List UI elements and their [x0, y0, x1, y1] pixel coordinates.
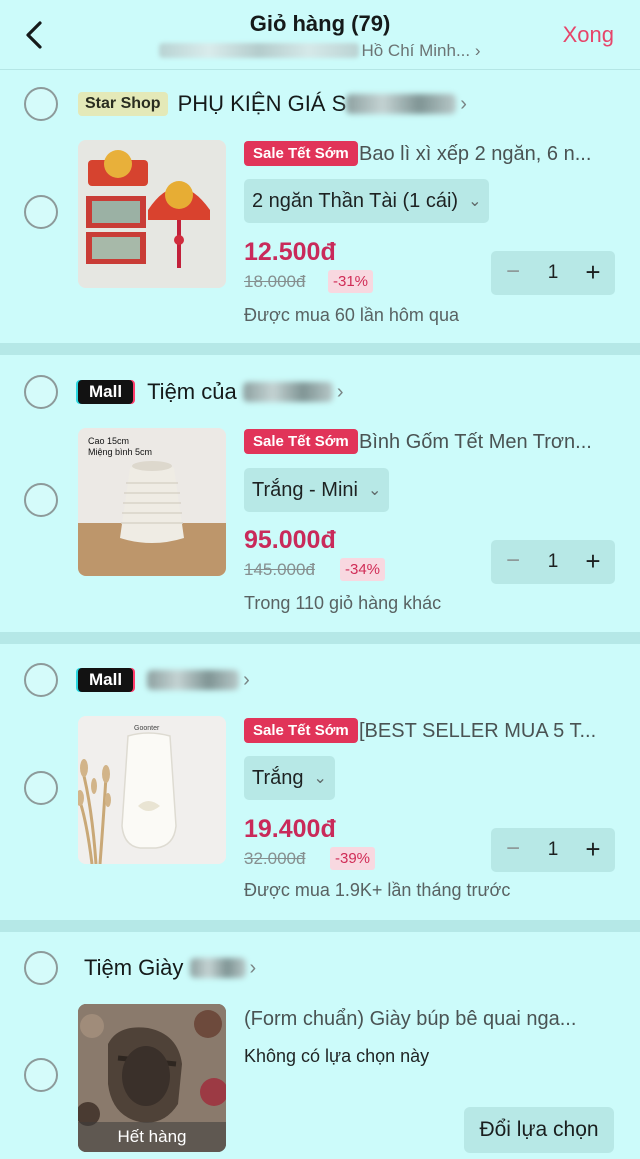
item-select-checkbox[interactable] — [24, 195, 58, 229]
shop-name — [147, 667, 240, 693]
shop-select-checkbox[interactable] — [24, 375, 58, 409]
discount-badge: -39% — [330, 847, 376, 870]
decrease-button[interactable]: − — [497, 834, 529, 866]
shop-name: Tiệm của — [147, 379, 333, 405]
svg-text:Goonter: Goonter — [134, 725, 160, 732]
quantity-stepper: − 1 + — [491, 540, 615, 584]
address-text: Hồ Chí Minh... — [361, 41, 471, 60]
quantity-value[interactable]: 1 — [531, 551, 575, 573]
shop-select-checkbox[interactable] — [24, 663, 58, 697]
variant-label: Trắng — [252, 766, 304, 789]
chevron-right-icon: › — [474, 41, 481, 60]
unavailable-note: Không có lựa chọn này — [244, 1046, 430, 1066]
shop-name: Tiệm Giày — [84, 955, 246, 981]
shop-section: Mall Tiệm của › Cao 15cm Miệng bình 5cm … — [0, 355, 640, 632]
shop-section: Tiệm Giày › Hết hàng (Form chuẩn) Giày b… — [0, 932, 640, 1159]
variant-selector[interactable]: 2 ngăn Thần Tài (1 cái) ⌄ — [244, 179, 490, 223]
shop-header[interactable]: Mall Tiệm của › — [78, 375, 344, 409]
increase-button[interactable]: + — [577, 546, 609, 578]
shop-select-checkbox[interactable] — [24, 951, 58, 985]
product-name[interactable]: Bình Gốm Tết Men Trơn... — [359, 431, 592, 454]
decrease-button[interactable]: − — [497, 546, 529, 578]
sale-badge: Sale Tết Sớm — [244, 718, 358, 743]
shop-section: Star Shop PHỤ KIỆN GIÁ S › Sale Tết Sớm … — [0, 71, 640, 343]
shop-select-checkbox[interactable] — [24, 87, 58, 121]
delivery-address[interactable]: Hồ Chí Minh... › — [0, 41, 640, 61]
product-image[interactable]: Goonter — [78, 716, 226, 864]
chevron-right-icon: › — [249, 956, 257, 979]
divider — [0, 632, 640, 644]
quantity-value[interactable]: 1 — [531, 262, 575, 284]
quantity-stepper: − 1 + — [491, 251, 615, 295]
blurred-address — [159, 43, 360, 58]
star-shop-badge: Star Shop — [78, 92, 168, 116]
variant-label: 2 ngăn Thần Tài (1 cái) — [252, 189, 459, 212]
original-price: 145.000đ — [244, 560, 315, 579]
product-image[interactable]: Cao 15cm Miệng bình 5cm — [78, 428, 226, 576]
original-price: 32.000đ — [244, 849, 306, 868]
discount-badge: -31% — [328, 270, 374, 293]
quantity-value[interactable]: 1 — [531, 839, 575, 861]
chevron-right-icon: › — [243, 668, 250, 691]
shop-header[interactable]: Tiệm Giày › — [84, 951, 256, 985]
variant-label: Trắng - Mini — [252, 478, 358, 501]
divider — [0, 920, 640, 932]
divider — [0, 343, 640, 355]
decrease-button[interactable]: − — [497, 257, 529, 289]
shop-header[interactable]: Star Shop PHỤ KIỆN GIÁ S › — [78, 87, 467, 121]
original-price: 18.000đ — [244, 272, 306, 291]
change-option-button[interactable]: Đổi lựa chọn — [464, 1107, 614, 1153]
increase-button[interactable]: + — [577, 257, 609, 289]
product-image[interactable]: Hết hàng — [78, 1004, 226, 1152]
product-image[interactable] — [78, 140, 226, 288]
chevron-down-icon: ⌄ — [367, 482, 382, 499]
shop-section: Mall › Goonter Sale Tết Sớm [BEST SELLER… — [0, 644, 640, 920]
svg-text:Miệng bình 5cm: Miệng bình 5cm — [88, 447, 152, 457]
mall-badge: Mall — [78, 668, 134, 692]
product-price: 95.000đ — [244, 526, 336, 554]
increase-button[interactable]: + — [577, 834, 609, 866]
shop-name: PHỤ KIỆN GIÁ S — [178, 91, 457, 117]
top-bar: Giỏ hàng (79) Hồ Chí Minh... › Xong — [0, 0, 640, 70]
sale-badge: Sale Tết Sớm — [244, 141, 358, 166]
mall-badge: Mall — [78, 380, 134, 404]
chevron-down-icon: ⌄ — [468, 193, 482, 210]
purchase-note: Được mua 1.9K+ lần tháng trước — [244, 880, 511, 900]
item-select-checkbox[interactable] — [24, 771, 58, 805]
sale-badge: Sale Tết Sớm — [244, 429, 358, 454]
page-title: Giỏ hàng (79) — [249, 11, 391, 36]
product-name[interactable]: Bao lì xì xếp 2 ngăn, 6 n... — [359, 143, 591, 166]
product-name[interactable]: [BEST SELLER MUA 5 T... — [359, 720, 596, 743]
discount-badge: -34% — [340, 558, 386, 581]
variant-selector[interactable]: Trắng - Mini ⌄ — [244, 468, 390, 512]
shop-header[interactable]: Mall › — [78, 663, 250, 697]
chevron-right-icon: › — [336, 380, 344, 403]
item-select-checkbox[interactable] — [24, 1058, 58, 1092]
purchase-note: Trong 110 giỏ hàng khác — [244, 593, 442, 613]
sold-out-overlay: Hết hàng — [78, 1122, 226, 1152]
done-button[interactable]: Xong — [563, 22, 614, 48]
quantity-stepper: − 1 + — [491, 828, 615, 872]
variant-selector[interactable]: Trắng ⌄ — [244, 756, 335, 800]
purchase-note: Được mua 60 lần hôm qua — [244, 305, 459, 325]
chevron-right-icon: › — [460, 92, 467, 115]
item-select-checkbox[interactable] — [24, 483, 58, 517]
svg-text:Cao 15cm: Cao 15cm — [88, 436, 129, 446]
chevron-down-icon: ⌄ — [313, 770, 327, 787]
product-name[interactable]: (Form chuẩn) Giày búp bê quai nga... — [244, 1008, 576, 1031]
product-price: 19.400đ — [244, 815, 336, 843]
product-price: 12.500đ — [244, 238, 336, 266]
